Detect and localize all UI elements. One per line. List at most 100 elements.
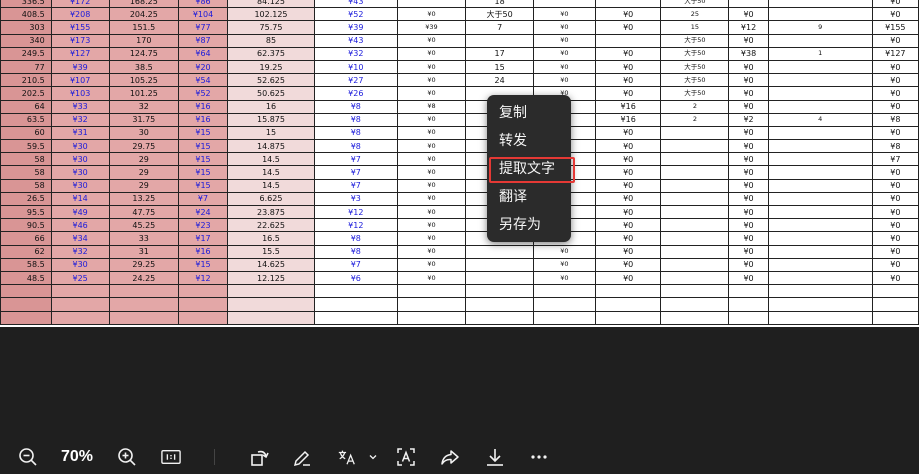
table-cell <box>767 125 873 141</box>
table-cell: 47.75 <box>108 204 180 220</box>
table-cell: ¥0 <box>728 270 769 286</box>
table-cell <box>50 297 110 312</box>
table-cell <box>728 0 769 9</box>
table-cell: ¥8 <box>314 244 398 259</box>
table-cell: 29 <box>108 152 180 167</box>
table-cell: ¥52 <box>314 7 398 22</box>
table-cell: 25 <box>660 7 730 22</box>
table-cell: 29 <box>108 178 180 193</box>
table-cell: 33 <box>108 231 180 246</box>
table-row: 90.5 ¥46 45.25 ¥23 22.625 ¥12 ¥0 ¥0 ¥0 ¥0 <box>0 218 919 233</box>
table-cell: 202.5 <box>0 86 52 101</box>
table-cell: 14.5 <box>226 178 316 193</box>
zoom-level-button[interactable]: 70% <box>54 440 100 474</box>
table-cell <box>396 0 467 9</box>
table-cell: ¥0 <box>532 244 596 259</box>
ctx-translate[interactable]: 翻译 <box>499 186 527 208</box>
table-cell <box>465 244 534 259</box>
table-cell <box>767 204 873 220</box>
table-cell: ¥38 <box>728 46 769 61</box>
ctx-save-as[interactable]: 另存为 <box>499 214 541 236</box>
table-cell: ¥86 <box>178 0 228 9</box>
table-cell: ¥0 <box>396 139 467 154</box>
table-cell: ¥0 <box>728 139 769 154</box>
table-cell <box>594 0 662 9</box>
table-cell: ¥0 <box>532 270 596 286</box>
table-cell: ¥39 <box>314 20 398 35</box>
table-cell: 13.25 <box>108 191 180 207</box>
table-row <box>0 310 919 325</box>
table-cell: 大于50 <box>660 33 730 48</box>
table-cell: 105.25 <box>108 73 180 88</box>
ocr-button[interactable] <box>394 440 418 474</box>
table-cell: 408.5 <box>0 7 52 22</box>
table-cell: 64 <box>0 99 52 114</box>
table-cell: 45.25 <box>108 218 180 233</box>
table-cell: 59.5 <box>0 139 52 154</box>
table-cell <box>767 284 873 299</box>
table-cell: ¥0 <box>728 244 769 259</box>
table-cell <box>767 231 873 246</box>
table-cell <box>767 257 873 272</box>
table-cell <box>226 297 316 312</box>
table-cell: ¥0 <box>594 73 662 88</box>
table-cell <box>728 284 769 299</box>
table-cell: ¥12 <box>178 270 228 286</box>
share-button[interactable] <box>438 440 462 474</box>
download-button[interactable] <box>483 440 507 474</box>
more-icon <box>531 455 547 459</box>
table-cell: 14.625 <box>226 257 316 272</box>
table-cell: ¥12 <box>314 204 398 220</box>
table-cell: ¥0 <box>871 125 919 141</box>
table-cell <box>767 0 873 9</box>
table-cell: ¥127 <box>50 46 110 61</box>
table-cell <box>465 257 534 272</box>
table-cell <box>660 310 730 325</box>
table-cell: 90.5 <box>0 218 52 233</box>
table-cell: ¥16 <box>178 99 228 114</box>
edit-button[interactable] <box>290 440 314 474</box>
table-cell: 22.625 <box>226 218 316 233</box>
table-cell <box>396 310 467 325</box>
table-cell: 58.5 <box>0 257 52 272</box>
table-cell: ¥0 <box>728 204 769 220</box>
zoom-in-button[interactable] <box>115 440 139 474</box>
table-cell: ¥64 <box>178 46 228 61</box>
table-cell: ¥31 <box>50 125 110 141</box>
download-icon <box>487 449 503 466</box>
table-cell <box>314 297 398 312</box>
table-cell <box>660 125 730 141</box>
table-row: 202.5 ¥103 101.25 ¥52 50.625 ¥26 ¥0 ¥0 ¥0 大于50 ¥0 ¥… <box>0 86 919 101</box>
table-cell: ¥155 <box>50 20 110 35</box>
table-cell: 58 <box>0 152 52 167</box>
table-cell: ¥0 <box>396 257 467 272</box>
table-row: 60 ¥31 30 ¥15 15 ¥8 ¥0 ¥0 ¥0 ¥0 <box>0 125 919 141</box>
more-button[interactable] <box>526 440 552 474</box>
table-cell <box>767 244 873 259</box>
table-cell <box>660 297 730 312</box>
rotate-button[interactable] <box>248 440 272 474</box>
table-row: 408.5 ¥208 204.25 ¥104 102.125 ¥52 ¥0 大于50 ¥0 ¥0 2… <box>0 7 919 22</box>
table-cell <box>178 310 228 325</box>
actual-size-button[interactable] <box>158 440 184 474</box>
translate-button[interactable] <box>334 440 360 474</box>
table-cell: 12.125 <box>226 270 316 286</box>
zoom-out-button[interactable] <box>16 440 40 474</box>
table-cell: 24 <box>465 73 534 88</box>
table-cell: 50.625 <box>226 86 316 101</box>
ctx-forward[interactable]: 转发 <box>499 130 527 152</box>
table-cell: ¥127 <box>871 46 919 61</box>
table-cell: ¥16 <box>178 112 228 127</box>
translate-dropdown[interactable] <box>366 440 380 474</box>
table-cell <box>314 310 398 325</box>
table-cell <box>50 284 110 299</box>
table-cell: ¥15 <box>178 165 228 180</box>
table-cell <box>532 0 596 9</box>
table-cell <box>767 73 873 88</box>
ctx-copy[interactable]: 复制 <box>499 102 527 124</box>
table-cell: 24.25 <box>108 270 180 286</box>
table-cell: ¥172 <box>50 0 110 9</box>
table-cell: ¥8 <box>314 99 398 114</box>
spreadsheet-grid: 336.5 ¥172 168.25 ¥86 84.125 ¥43 18 大于50 ¥0 408.5… <box>0 0 919 325</box>
table-cell: 15 <box>660 20 730 35</box>
